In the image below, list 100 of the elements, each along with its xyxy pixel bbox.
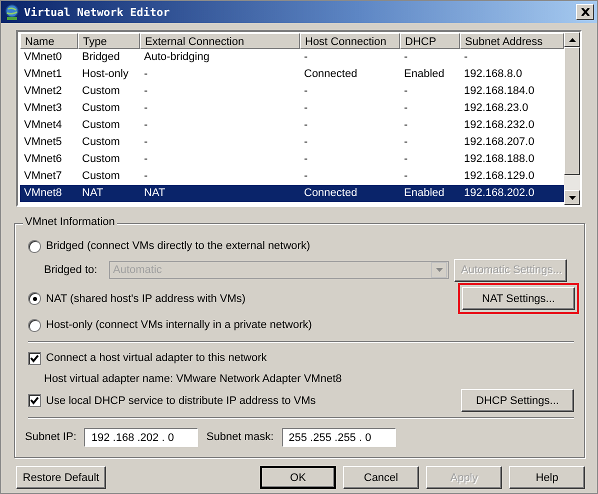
table-cell-text: NAT (143, 186, 166, 201)
table-row[interactable]: VMnet7 Custom - - - 192.168.129.0 (20, 168, 564, 185)
scroll-thumb[interactable] (564, 47, 580, 175)
table-cell-text: VMnet2 (23, 84, 63, 99)
check-icon (30, 354, 39, 362)
table-cell-text: VMnet8 (23, 186, 63, 201)
table-cell-text: - (403, 118, 409, 133)
checkbox-label[interactable]: Use local DHCP service to distribute IP address to VMs (46, 394, 316, 406)
column-header[interactable]: External Connection (140, 33, 300, 49)
table-cell-text: VMnet4 (23, 118, 63, 133)
table-cell-text: 192.168.129.0 (463, 169, 536, 184)
table-row[interactable]: VMnet3 Custom - - - 192.168.23.0 (20, 100, 564, 117)
table-cell-text: - (303, 101, 309, 116)
radio-label[interactable]: Host-only (connect VMs internally in a private network) (46, 319, 312, 331)
table-cell-text: - (403, 50, 409, 65)
field-label: Subnet IP: (25, 431, 76, 443)
table-cell-text: VMnet1 (23, 67, 63, 82)
table-cell-text: - (303, 118, 309, 133)
table-cell-text: VMnet0 (23, 50, 63, 65)
table-cell-text: VMnet5 (23, 135, 63, 150)
table-cell-text: Custom (81, 135, 121, 150)
adapter-name-text: Host virtual adapter name: VMware Network Adapter VMnet8 (43, 372, 343, 387)
up-arrow-icon (568, 38, 576, 42)
checkbox[interactable] (28, 352, 41, 364)
table-cell-text: - (143, 101, 149, 116)
table-cell-text: 192.168.184.0 (463, 84, 536, 99)
table-cell-text: Enabled (403, 186, 446, 201)
field-label: Bridged to: (44, 264, 98, 276)
table-cell-text: - (303, 50, 309, 65)
subnet-mask-field[interactable]: 255 .255 .255 . 0 (282, 428, 396, 446)
table-cell-text: 192.168.23.0 (463, 101, 530, 116)
table-row[interactable]: VMnet0 Bridged Auto-bridging - - - (20, 49, 564, 66)
table-cell-text: - (303, 169, 309, 184)
column-header[interactable]: Type (78, 33, 140, 49)
table-row[interactable]: VMnet6 Custom - - - 192.168.188.0 (20, 151, 564, 168)
table-cell-text: - (303, 152, 309, 167)
close-icon (580, 8, 590, 16)
checkbox[interactable] (28, 394, 41, 407)
down-arrow-icon (568, 196, 576, 200)
table-row[interactable]: VMnet5 Custom - - - 192.168.207.0 (20, 134, 564, 151)
nat-settings-button[interactable]: NAT Settings... (462, 287, 575, 310)
checkbox-label[interactable]: Connect a host virtual adapter to this network (46, 352, 267, 364)
table-row[interactable]: VMnet8 NAT NAT Connected Enabled 192.168.202.0 (20, 185, 564, 202)
table-cell-text: - (463, 50, 469, 65)
close-button[interactable] (576, 4, 594, 20)
scrollbar[interactable] (564, 32, 580, 205)
column-header[interactable]: DHCP (400, 33, 460, 49)
table-cell-text: - (403, 135, 409, 150)
column-header[interactable]: Subnet Address (460, 33, 564, 49)
table-cell-text: 192.168.207.0 (463, 135, 536, 150)
table-cell-text: Custom (81, 152, 121, 167)
check-icon (30, 396, 39, 405)
table-cell-text: VMnet3 (23, 101, 63, 116)
table-cell-text: VMnet6 (23, 152, 63, 167)
table-cell-text: Host-only (81, 67, 130, 82)
table-cell-text: - (143, 84, 149, 99)
table-cell-text: Connected (303, 186, 358, 201)
radio-button[interactable] (28, 318, 41, 332)
globe-icon (4, 4, 20, 20)
table-cell-text: 192.168.8.0 (463, 67, 524, 82)
radio-button[interactable] (28, 292, 41, 305)
table-cell-text: 192.168.188.0 (463, 152, 536, 167)
table-cell-text: - (403, 101, 409, 116)
table-cell-text: - (303, 84, 309, 99)
table-cell-text: VMnet7 (23, 169, 63, 184)
subnet-ip-field[interactable]: 192 .168 .202 . 0 (84, 428, 198, 446)
table-cell-text: Custom (81, 84, 121, 99)
dialog-button[interactable]: Cancel (343, 466, 419, 489)
dropdown-arrow-icon (436, 268, 442, 272)
table-cell-text: - (143, 118, 149, 133)
dialog-button[interactable]: OK (260, 466, 336, 489)
table-row[interactable]: VMnet2 Custom - - - 192.168.184.0 (20, 83, 564, 100)
dhcp-settings-button[interactable]: DHCP Settings... (461, 389, 574, 412)
restore-default-button[interactable]: Restore Default (16, 466, 106, 489)
table-cell-text: Auto-bridging (143, 50, 210, 65)
table-cell-text: Custom (81, 169, 121, 184)
column-header[interactable]: Name (20, 33, 78, 49)
field-label: Subnet mask: (206, 431, 274, 443)
table-cell-text: Custom (81, 118, 121, 133)
table-row[interactable]: VMnet1 Host-only - Connected Enabled 192.168.8.0 (20, 66, 564, 83)
table-cell-text: Enabled (403, 67, 446, 82)
column-header[interactable]: Host Connection (300, 33, 400, 49)
table-cell-text: - (143, 169, 149, 184)
table-cell-text: - (143, 67, 149, 82)
window-title: Virtual Network Editor (24, 6, 171, 18)
table-cell-text: - (303, 135, 309, 150)
table-cell-text: - (143, 135, 149, 150)
radio-label[interactable]: NAT (shared host's IP address with VMs) (46, 292, 246, 304)
table-cell-text: 192.168.232.0 (463, 118, 536, 133)
table-row[interactable]: VMnet4 Custom - - - 192.168.232.0 (20, 117, 564, 134)
radio-button[interactable] (28, 240, 41, 252)
group-title: VMnet Information (23, 216, 117, 228)
dialog-button[interactable]: Help (509, 466, 585, 489)
table-cell-text: - (403, 152, 409, 167)
radio-label[interactable]: Bridged (connect VMs directly to the external network) (46, 240, 310, 252)
table-cell-text: 192.168.202.0 (463, 186, 536, 201)
table-cell-text: Connected (303, 67, 358, 82)
table-cell-text: Bridged (81, 50, 121, 65)
table-cell-text: - (143, 152, 149, 167)
table-cell-text: - (403, 84, 409, 99)
